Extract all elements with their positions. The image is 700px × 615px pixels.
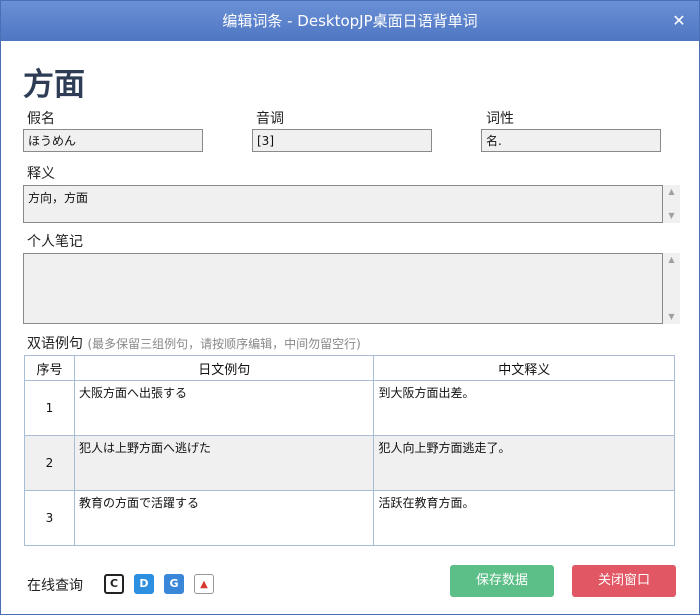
meaning-label: 释义 bbox=[27, 166, 55, 182]
scroll-up-icon[interactable]: ▲ bbox=[663, 185, 680, 199]
dict-g-icon[interactable]: G bbox=[164, 574, 184, 594]
scroll-down-icon[interactable]: ▼ bbox=[663, 209, 680, 223]
row-number: 3 bbox=[24, 490, 75, 546]
note-label: 个人笔记 bbox=[27, 234, 83, 250]
close-window-button[interactable]: 关闭窗口 bbox=[572, 565, 676, 597]
table-row: 2 犯人は上野方面へ逃げた 犯人向上野方面逃走了。 bbox=[24, 435, 675, 491]
col-header-jp: 日文例句 bbox=[73, 355, 375, 381]
word-heading: 方面 bbox=[23, 67, 85, 103]
cn-example-cell[interactable]: 活跃在教育方面。 bbox=[373, 490, 675, 546]
online-lookup-label: 在线查询 bbox=[27, 578, 83, 594]
scroll-up-icon[interactable]: ▲ bbox=[663, 253, 680, 267]
close-icon[interactable]: ✕ bbox=[667, 9, 691, 33]
col-header-num: 序号 bbox=[24, 355, 75, 381]
jp-example-cell[interactable]: 犯人は上野方面へ逃げた bbox=[73, 435, 375, 491]
dict-mountain-icon[interactable]: ▲ bbox=[194, 574, 214, 594]
pos-label: 词性 bbox=[486, 111, 514, 127]
kana-input[interactable] bbox=[23, 129, 203, 152]
meaning-scrollbar[interactable]: ▲ ▼ bbox=[663, 185, 680, 223]
save-button[interactable]: 保存数据 bbox=[450, 565, 554, 597]
tone-input[interactable] bbox=[252, 129, 432, 152]
pos-input[interactable] bbox=[481, 129, 661, 152]
table-row: 3 教育の方面で活躍する 活跃在教育方面。 bbox=[24, 490, 675, 546]
examples-hint: (最多保留三组例句，请按顺序编辑，中间勿留空行) bbox=[87, 337, 361, 351]
cn-example-cell[interactable]: 到大阪方面出差。 bbox=[373, 380, 675, 436]
cn-example-cell[interactable]: 犯人向上野方面逃走了。 bbox=[373, 435, 675, 491]
note-textarea[interactable] bbox=[23, 253, 663, 324]
jp-example-cell[interactable]: 教育の方面で活躍する bbox=[73, 490, 375, 546]
row-number: 1 bbox=[24, 380, 75, 436]
note-scrollbar[interactable]: ▲ ▼ bbox=[663, 253, 680, 324]
tone-label: 音调 bbox=[256, 111, 284, 127]
dict-d-icon[interactable]: D bbox=[134, 574, 154, 594]
title-bar[interactable]: 编辑词条 - DesktopJP桌面日语背单词 ✕ bbox=[1, 1, 699, 41]
kana-label: 假名 bbox=[27, 111, 55, 127]
examples-header: 双语例句 (最多保留三组例句，请按顺序编辑，中间勿留空行) bbox=[27, 333, 361, 353]
col-header-cn: 中文释义 bbox=[373, 355, 675, 381]
examples-table: 序号 日文例句 中文释义 1 大阪方面へ出張する 到大阪方面出差。 2 犯人は上… bbox=[24, 355, 675, 546]
table-header-row: 序号 日文例句 中文释义 bbox=[24, 355, 675, 381]
jp-example-cell[interactable]: 大阪方面へ出張する bbox=[73, 380, 375, 436]
table-row: 1 大阪方面へ出張する 到大阪方面出差。 bbox=[24, 380, 675, 436]
row-number: 2 bbox=[24, 435, 75, 491]
examples-label: 双语例句 bbox=[27, 336, 83, 352]
edit-entry-window: 编辑词条 - DesktopJP桌面日语背单词 ✕ 方面 假名 音调 词性 释义… bbox=[0, 0, 700, 615]
meaning-textarea[interactable]: 方向，方面 bbox=[23, 185, 663, 223]
window-title: 编辑词条 - DesktopJP桌面日语背单词 bbox=[222, 12, 478, 30]
dict-c-icon[interactable]: C bbox=[104, 574, 124, 594]
scroll-down-icon[interactable]: ▼ bbox=[663, 310, 680, 324]
